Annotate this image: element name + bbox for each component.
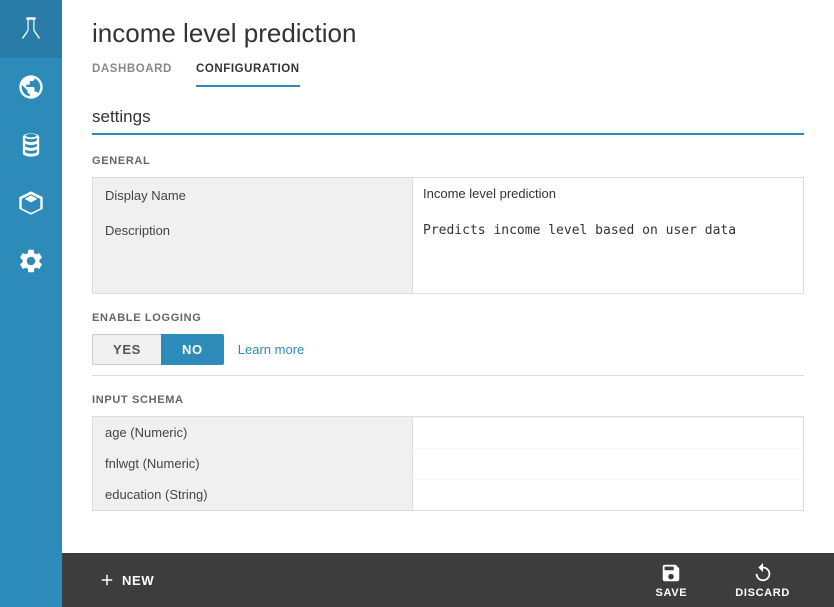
settings-icon [17, 247, 45, 275]
schema-value-fnlwgt [413, 449, 803, 479]
general-label: GENERAL [92, 155, 804, 167]
main-content: income level prediction DASHBOARD CONFIG… [62, 0, 834, 607]
page-header: income level prediction DASHBOARD CONFIG… [62, 0, 834, 87]
sidebar-item-settings[interactable] [0, 232, 62, 290]
schema-input-age[interactable] [423, 425, 793, 440]
schema-row-fnlwgt: fnlwgt (Numeric) [92, 448, 804, 480]
save-button[interactable]: SAVE [631, 556, 711, 605]
section-divider [92, 133, 804, 135]
plus-icon [98, 571, 116, 589]
learn-more-link[interactable]: Learn more [238, 342, 304, 357]
schema-row-education: education (String) [92, 479, 804, 511]
display-name-row: Display Name [92, 177, 804, 214]
page-title: income level prediction [92, 18, 804, 49]
sidebar-item-lab[interactable] [0, 0, 62, 58]
yes-button[interactable]: YES [92, 334, 161, 365]
content-area: settings GENERAL Display Name Descriptio… [62, 87, 834, 553]
display-name-value-cell [413, 178, 803, 213]
schema-input-education[interactable] [423, 487, 793, 502]
sidebar-item-globe[interactable] [0, 58, 62, 116]
description-label: Description [93, 213, 413, 293]
description-row: Description Predicts income level based … [92, 213, 804, 294]
schema-input-fnlwgt[interactable] [423, 456, 793, 471]
sidebar-item-cube[interactable] [0, 174, 62, 232]
tab-dashboard[interactable]: DASHBOARD [92, 63, 172, 87]
display-name-label: Display Name [93, 178, 413, 213]
schema-row-age: age (Numeric) [92, 416, 804, 449]
schema-label-age: age (Numeric) [93, 417, 413, 448]
enable-logging-label: ENABLE LOGGING [92, 312, 804, 324]
new-label: NEW [122, 573, 154, 588]
discard-icon [752, 562, 774, 584]
settings-section-title: settings [92, 107, 804, 127]
discard-label: DISCARD [735, 587, 790, 599]
sidebar [0, 0, 62, 607]
logging-toggle-row: YES NO Learn more [92, 334, 804, 365]
globe-icon [17, 73, 45, 101]
new-button[interactable]: NEW [82, 563, 170, 597]
schema-value-education [413, 480, 803, 510]
display-name-input[interactable] [423, 184, 793, 203]
tabs-container: DASHBOARD CONFIGURATION [92, 63, 804, 87]
tab-configuration[interactable]: CONFIGURATION [196, 63, 300, 87]
database-icon [17, 131, 45, 159]
description-input[interactable]: Predicts income level based on user data [423, 221, 793, 285]
input-schema-label: INPUT SCHEMA [92, 394, 804, 406]
schema-label-education: education (String) [93, 479, 413, 510]
bottom-toolbar: NEW SAVE DISCARD [62, 553, 834, 607]
no-button[interactable]: NO [161, 334, 224, 365]
schema-label-fnlwgt: fnlwgt (Numeric) [93, 448, 413, 479]
save-icon [660, 562, 682, 584]
logging-divider [92, 375, 804, 376]
discard-button[interactable]: DISCARD [711, 556, 814, 605]
description-value-cell: Predicts income level based on user data [413, 213, 803, 293]
cube-icon [17, 189, 45, 217]
schema-value-age [413, 418, 803, 448]
sidebar-item-database[interactable] [0, 116, 62, 174]
lab-icon [17, 15, 45, 43]
save-label: SAVE [655, 587, 687, 599]
